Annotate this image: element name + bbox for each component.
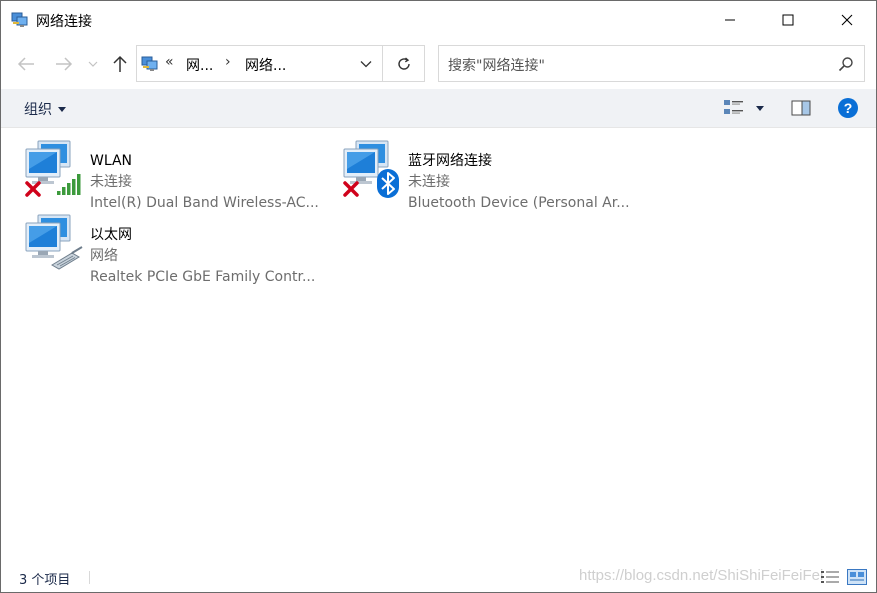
- minimize-icon: [725, 19, 735, 21]
- navigation-bar: « 网... › 网络... 搜索"网络连接": [1, 39, 876, 89]
- network-connections-icon: [11, 12, 28, 27]
- network-connections-icon: [141, 56, 158, 71]
- watermark-text: https://blog.csdn.net/ShiShiFeiFeiFei: [579, 567, 824, 584]
- chevron-down-icon: [360, 60, 372, 67]
- close-button[interactable]: [818, 1, 876, 39]
- connection-name: WLAN: [90, 153, 133, 169]
- bluetooth-adapter-icon: [343, 140, 399, 198]
- command-bar: 组织 ?: [1, 89, 876, 128]
- bluetooth-icon: [377, 169, 399, 198]
- disconnected-x-icon: [25, 181, 41, 197]
- network-connections-window: 网络连接 « 网... › 网络... 搜索"网络连接" 组织 ? WLAN 未…: [0, 0, 877, 593]
- arrow-left-icon: [17, 57, 34, 71]
- connection-device: Realtek PCIe GbE Family Contr...: [90, 269, 316, 285]
- help-icon[interactable]: ?: [837, 97, 859, 119]
- change-view-icon[interactable]: [723, 98, 745, 118]
- item-count: 3 个项目: [19, 573, 71, 588]
- close-icon: [841, 14, 853, 26]
- large-icons-view-icon[interactable]: [847, 569, 867, 585]
- minimize-button[interactable]: [701, 1, 759, 39]
- maximize-icon: [782, 14, 794, 26]
- arrow-right-icon: [56, 57, 73, 71]
- connection-status: 未连接: [90, 174, 132, 190]
- breadcrumb-overflow[interactable]: «: [165, 54, 174, 70]
- back-button[interactable]: [13, 51, 39, 77]
- connection-text: WLAN 未连接 Intel(R) Dual Band Wireless-AC.…: [90, 151, 319, 214]
- search-input[interactable]: 搜索"网络连接": [438, 45, 865, 82]
- search-placeholder: 搜索"网络连接": [448, 58, 545, 74]
- address-bar[interactable]: « 网... › 网络...: [136, 45, 425, 82]
- connection-text: 蓝牙网络连接 未连接 Bluetooth Device (Personal Ar…: [408, 151, 630, 214]
- help-label: ?: [844, 100, 853, 116]
- breadcrumb-item[interactable]: 网络...: [245, 55, 286, 75]
- connection-status: 未连接: [408, 174, 450, 190]
- breadcrumb-separator[interactable]: ›: [225, 54, 231, 70]
- maximize-button[interactable]: [759, 1, 817, 39]
- status-bar: 3 个项目 https://blog.csdn.net/ShiShiFeiFei…: [1, 561, 876, 592]
- organize-menu-button[interactable]: 组织: [24, 99, 66, 119]
- connection-status: 网络: [90, 248, 118, 264]
- search-icon[interactable]: [838, 56, 854, 72]
- view-options-dropdown-icon[interactable]: [753, 101, 767, 115]
- connection-item-ethernet[interactable]: 以太网 网络 Realtek PCIe GbE Family Contr...: [24, 213, 329, 285]
- connection-device: Bluetooth Device (Personal Ar...: [408, 195, 630, 211]
- caret-down-icon: [58, 106, 66, 112]
- wifi-adapter-icon: [25, 140, 81, 197]
- window-title: 网络连接: [36, 14, 92, 30]
- connection-name: 蓝牙网络连接: [408, 153, 492, 169]
- address-history-button[interactable]: [351, 46, 381, 81]
- disconnected-x-icon: [343, 181, 359, 197]
- connection-item-wlan[interactable]: WLAN 未连接 Intel(R) Dual Band Wireless-AC.…: [24, 139, 329, 211]
- up-button[interactable]: [107, 51, 133, 77]
- connection-item-bluetooth[interactable]: 蓝牙网络连接 未连接 Bluetooth Device (Personal Ar…: [342, 139, 647, 211]
- breadcrumb-item[interactable]: 网...: [186, 55, 213, 75]
- preview-pane-icon[interactable]: [791, 100, 811, 116]
- signal-bars-icon: [57, 174, 81, 195]
- status-divider: [89, 571, 90, 584]
- chevron-down-icon: [88, 61, 98, 67]
- forward-button[interactable]: [51, 51, 77, 77]
- connection-name: 以太网: [90, 227, 132, 243]
- refresh-icon: [397, 56, 410, 70]
- recent-locations-button[interactable]: [83, 51, 103, 77]
- ethernet-adapter-icon: [25, 214, 83, 270]
- arrow-up-icon: [113, 55, 127, 72]
- organize-label: 组织: [24, 102, 52, 118]
- connections-list: WLAN 未连接 Intel(R) Dual Band Wireless-AC.…: [1, 129, 876, 561]
- title-bar[interactable]: 网络连接: [1, 1, 876, 39]
- connection-text: 以太网 网络 Realtek PCIe GbE Family Contr...: [90, 225, 315, 288]
- refresh-button[interactable]: [382, 46, 424, 81]
- details-view-icon[interactable]: [821, 570, 839, 584]
- connection-device: Intel(R) Dual Band Wireless-AC...: [90, 195, 319, 211]
